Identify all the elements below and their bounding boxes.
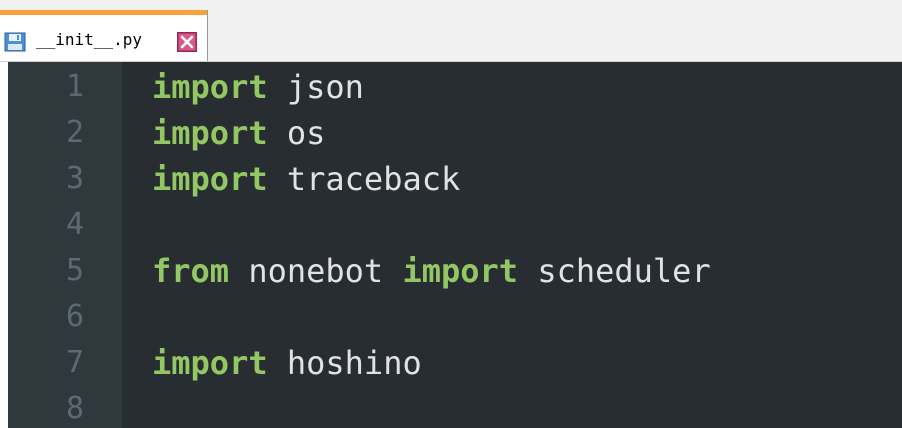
text-token: scheduler (518, 252, 711, 290)
line-number: 3 (65, 161, 84, 196)
tab-label: __init__.py (36, 30, 142, 49)
keyword-token: import (152, 68, 268, 106)
keyword-token: import (402, 252, 519, 290)
text-token: hoshino (267, 344, 422, 382)
editor-window: __init__.py 1 2 3 4 5 6 7 8 import json … (0, 0, 902, 428)
close-icon[interactable] (177, 32, 197, 52)
code-line: from nonebot import scheduler (152, 248, 711, 294)
floppy-disk-icon (4, 32, 26, 52)
code-line: import hoshino (152, 340, 422, 386)
line-number-gutter: 1 2 3 4 5 6 7 8 (8, 62, 122, 428)
line-number: 4 (65, 207, 84, 242)
code-line: import traceback (152, 156, 460, 202)
keyword-token: import (152, 114, 268, 152)
text-token: os (267, 114, 326, 152)
line-number: 8 (65, 391, 84, 426)
text-token: traceback (267, 160, 461, 198)
code-line: import os (152, 110, 325, 156)
line-number: 5 (65, 253, 84, 288)
code-text-area[interactable]: import json import os import traceback f… (122, 62, 902, 428)
keyword-token: import (152, 160, 268, 198)
keyword-token: import (152, 344, 268, 382)
keyword-token: from (152, 252, 230, 290)
code-editor[interactable]: 1 2 3 4 5 6 7 8 import json import os im… (0, 62, 902, 428)
line-number: 7 (65, 345, 84, 380)
line-number: 1 (65, 69, 84, 104)
tab-bar: __init__.py (0, 0, 902, 62)
line-number: 6 (65, 299, 84, 334)
text-token: json (267, 68, 364, 106)
line-number: 2 (65, 115, 84, 150)
tab-active-indicator (0, 10, 207, 15)
code-line: import json (152, 64, 364, 110)
text-token: nonebot (229, 252, 403, 290)
tab-init-py[interactable]: __init__.py (0, 10, 208, 62)
editor-left-margin (0, 62, 8, 428)
